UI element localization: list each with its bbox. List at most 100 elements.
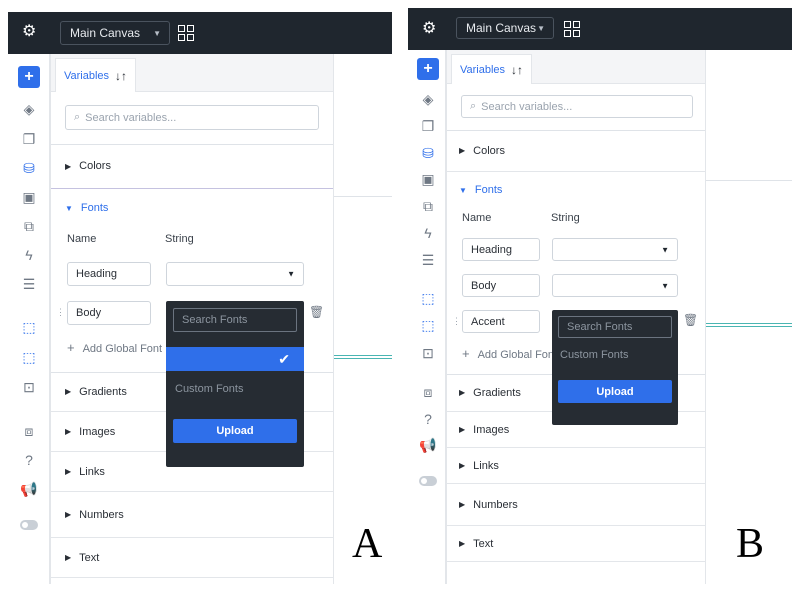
search-placeholder: Search variables... (85, 111, 177, 124)
preview-icon[interactable]: ⊡ (18, 376, 40, 398)
variable-name-input[interactable]: Heading (67, 262, 151, 286)
font-dropdown: Search Fonts ✔ Custom Fonts Upload (166, 301, 304, 467)
trash-icon[interactable]: 🗑 (683, 313, 698, 327)
lightning-icon[interactable]: ϟ (18, 244, 40, 266)
dropdown-selected-option[interactable]: ✔ (166, 347, 304, 371)
tab-variables[interactable]: Variables ↓↑ (451, 54, 533, 84)
section-numbers[interactable]: ▶ Numbers (447, 484, 705, 526)
add-icon[interactable]: + (18, 66, 40, 88)
tab-variables[interactable]: Variables ↓↑ (55, 58, 137, 92)
add-global-font-button[interactable]: + Add Global Font (462, 346, 557, 361)
help-icon[interactable]: ? (417, 408, 439, 430)
panel-b: ⚙ Main Canvas ▼ + ◈ ❐ ⛁ ▣ ⧉ ϟ ☰ ⬚ ⬚ ⊡ ⧈ … (400, 0, 800, 600)
column-type-header: String (165, 233, 194, 245)
select-element-icon[interactable]: ⬚ (417, 287, 439, 309)
section-label: Gradients (79, 385, 127, 398)
variables-panel: Variables ↓↑ ⌕ Search variables... ▶ Col… (446, 50, 706, 584)
theme-toggle[interactable] (419, 476, 437, 486)
trash-icon[interactable]: 🗑 (309, 305, 324, 319)
section-colors[interactable]: ▶ Colors (447, 130, 705, 172)
triangle-right-icon: ▶ (459, 388, 466, 397)
panel-letter: B (736, 521, 765, 567)
assets-icon[interactable]: ❐ (18, 128, 40, 150)
lightning-icon[interactable]: ϟ (417, 222, 439, 244)
font-search-input[interactable]: Search Fonts (558, 316, 672, 338)
form-icon[interactable]: ☰ (417, 249, 439, 271)
variable-name-input[interactable]: Accent (462, 310, 540, 333)
sort-icon[interactable]: ↓↑ (511, 63, 523, 77)
megaphone-icon[interactable]: 📢 (18, 478, 40, 500)
plus-icon: + (462, 346, 470, 361)
select-element-icon[interactable]: ⬚ (18, 316, 40, 338)
search-input[interactable]: ⌕ Search variables... (65, 105, 319, 130)
grid-view-icon[interactable] (564, 21, 580, 37)
help-icon[interactable]: ? (18, 449, 40, 471)
grid-view-icon[interactable] (178, 25, 194, 41)
search-icon: ⌕ (470, 100, 477, 112)
section-label: Fonts (474, 184, 503, 196)
search-icon: ⌕ (74, 111, 81, 123)
column-name-header: Name (462, 212, 492, 224)
column-type-header: String (551, 212, 580, 224)
database-icon[interactable]: ⛁ (18, 157, 40, 179)
triangle-right-icon: ▶ (459, 461, 466, 470)
form-icon[interactable]: ☰ (18, 273, 40, 295)
layers-icon[interactable]: ◈ (417, 88, 439, 110)
triangle-right-icon: ▶ (65, 467, 72, 476)
canvas-select-label: Main Canvas (70, 26, 141, 40)
left-sidebar: + ◈ ❐ ⛁ ▣ ⧉ ϟ ☰ ⬚ ⬚ ⊡ ⧈ ? 📢 (8, 54, 50, 584)
theme-toggle[interactable] (20, 520, 38, 530)
pages-icon[interactable]: ⧉ (417, 195, 439, 217)
variable-name-input[interactable]: Body (462, 274, 540, 297)
search-input[interactable]: ⌕ Search variables... (461, 95, 693, 118)
section-label: Gradients (473, 386, 521, 399)
tab-bar: Variables ↓↑ (447, 50, 705, 84)
canvas-edge-line (334, 196, 392, 197)
section-label: Colors (473, 144, 505, 157)
font-select[interactable]: ▼ (166, 262, 304, 286)
add-global-font-label: Add Global Font (82, 343, 163, 355)
select-multiple-icon[interactable]: ⬚ (417, 314, 439, 336)
section-text[interactable]: ▶ Text (447, 526, 705, 562)
chevron-down-icon: ▼ (537, 23, 545, 33)
megaphone-icon[interactable]: 📢 (417, 434, 439, 456)
database-icon[interactable]: ⛁ (417, 142, 439, 164)
chevron-down-icon: ▼ (287, 269, 295, 279)
components-icon[interactable]: ▣ (18, 186, 40, 208)
windows-icon[interactable]: ⧈ (417, 381, 439, 403)
section-numbers[interactable]: ▶ Numbers (51, 492, 333, 538)
sort-icon[interactable]: ↓↑ (115, 69, 127, 83)
section-text[interactable]: ▶ Text (51, 538, 333, 578)
preview-icon[interactable]: ⊡ (417, 342, 439, 364)
canvas-select[interactable]: Main Canvas ▼ (456, 17, 554, 39)
settings-icon[interactable]: ⚙ (22, 24, 36, 40)
section-fonts[interactable]: ▼ Fonts (51, 196, 333, 220)
section-links[interactable]: ▶ Links (447, 448, 705, 484)
section-label: Links (79, 465, 105, 478)
variables-panel: Variables ↓↑ ⌕ Search variables... ▶ Col… (50, 54, 334, 584)
variable-name-input[interactable]: Heading (462, 238, 540, 261)
components-icon[interactable]: ▣ (417, 168, 439, 190)
variable-name-input[interactable]: Body (67, 301, 151, 325)
select-multiple-icon[interactable]: ⬚ (18, 346, 40, 368)
tab-bar: Variables ↓↑ (51, 54, 333, 92)
pages-icon[interactable]: ⧉ (18, 215, 40, 237)
upload-button[interactable]: Upload (558, 380, 672, 403)
font-search-input[interactable]: Search Fonts (173, 308, 297, 332)
triangle-right-icon: ▶ (459, 500, 466, 509)
top-bar: ⚙ Main Canvas ▼ (408, 8, 792, 50)
add-icon[interactable]: + (417, 58, 439, 80)
settings-icon[interactable]: ⚙ (422, 21, 436, 37)
add-global-font-button[interactable]: + Add Global Font (67, 340, 162, 355)
upload-button[interactable]: Upload (173, 419, 297, 443)
canvas-select[interactable]: Main Canvas ▼ (60, 21, 170, 45)
windows-icon[interactable]: ⧈ (18, 420, 40, 442)
custom-fonts-label: Custom Fonts (560, 349, 629, 361)
layers-icon[interactable]: ◈ (18, 98, 40, 120)
section-colors[interactable]: ▶ Colors (51, 144, 333, 189)
triangle-right-icon: ▶ (459, 146, 466, 155)
font-select[interactable]: ▼ (552, 274, 678, 297)
font-select[interactable]: ▼ (552, 238, 678, 261)
section-fonts[interactable]: ▼ Fonts (447, 178, 705, 202)
assets-icon[interactable]: ❐ (417, 115, 439, 137)
